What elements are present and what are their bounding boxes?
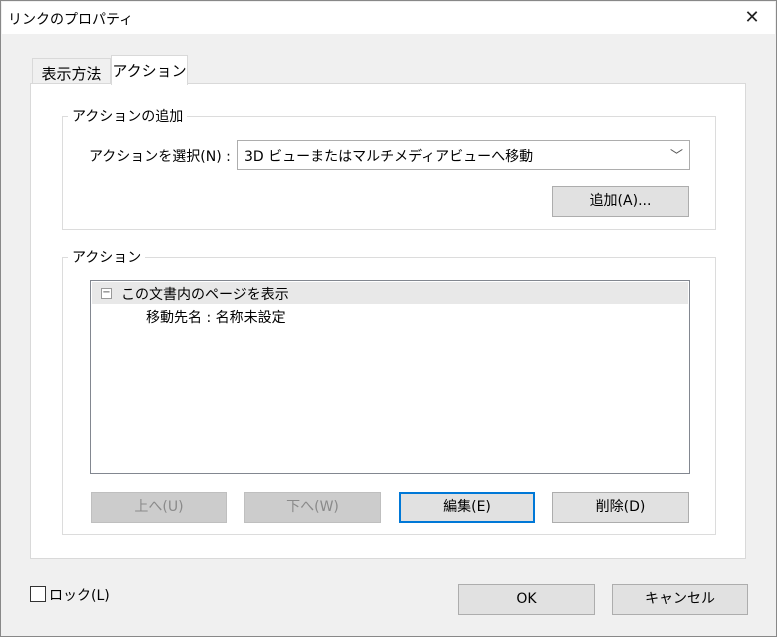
actions-tree[interactable]: − この文書内のページを表示 移動先名 : 名称未設定 <box>90 280 690 474</box>
chevron-down-icon[interactable]: ﹀ <box>670 145 683 164</box>
add-button[interactable]: 追加(A)... <box>552 186 689 217</box>
action-select-value: 3D ビューまたはマルチメディアビューへ移動 <box>244 149 534 165</box>
add-action-legend: アクションの追加 <box>68 106 188 126</box>
title-bar: リンクのプロパティ ✕ <box>2 2 775 34</box>
dialog-window: リンクのプロパティ ✕ 表示方法 アクション アクションの追加 アクションを選択… <box>0 0 777 637</box>
move-up-button[interactable]: 上へ(U) <box>91 492 227 523</box>
close-icon[interactable]: ✕ <box>737 5 767 31</box>
action-select[interactable]: 3D ビューまたはマルチメディアビューへ移動 ﹀ <box>237 140 690 170</box>
actions-legend: アクション <box>68 247 146 267</box>
tab-panel: アクションの追加 アクションを選択(N) : 3D ビューまたはマルチメディアビ… <box>30 83 746 559</box>
add-action-group: アクションの追加 アクションを選択(N) : 3D ビューまたはマルチメディアビ… <box>62 106 716 230</box>
ok-button[interactable]: OK <box>458 584 595 615</box>
lock-checkbox[interactable] <box>30 586 46 602</box>
tab-action[interactable]: アクション <box>111 55 188 85</box>
edit-button[interactable]: 編集(E) <box>399 492 535 523</box>
tree-item-label: この文書内のページを表示 <box>121 287 289 303</box>
delete-button[interactable]: 削除(D) <box>552 492 689 523</box>
select-action-label: アクションを選択(N) : <box>89 149 231 165</box>
cancel-button[interactable]: キャンセル <box>612 584 748 615</box>
collapse-icon[interactable]: − <box>101 288 112 299</box>
move-down-button[interactable]: 下へ(W) <box>244 492 381 523</box>
lock-label[interactable]: ロック(L) <box>49 585 110 605</box>
tree-item[interactable]: − この文書内のページを表示 <box>92 282 688 304</box>
actions-group: アクション − この文書内のページを表示 移動先名 : 名称未設定 上へ(U) … <box>62 247 716 535</box>
tree-child-item[interactable]: 移動先名 : 名称未設定 <box>146 307 286 327</box>
window-title: リンクのプロパティ <box>8 12 134 28</box>
tab-display[interactable]: 表示方法 <box>32 58 111 83</box>
